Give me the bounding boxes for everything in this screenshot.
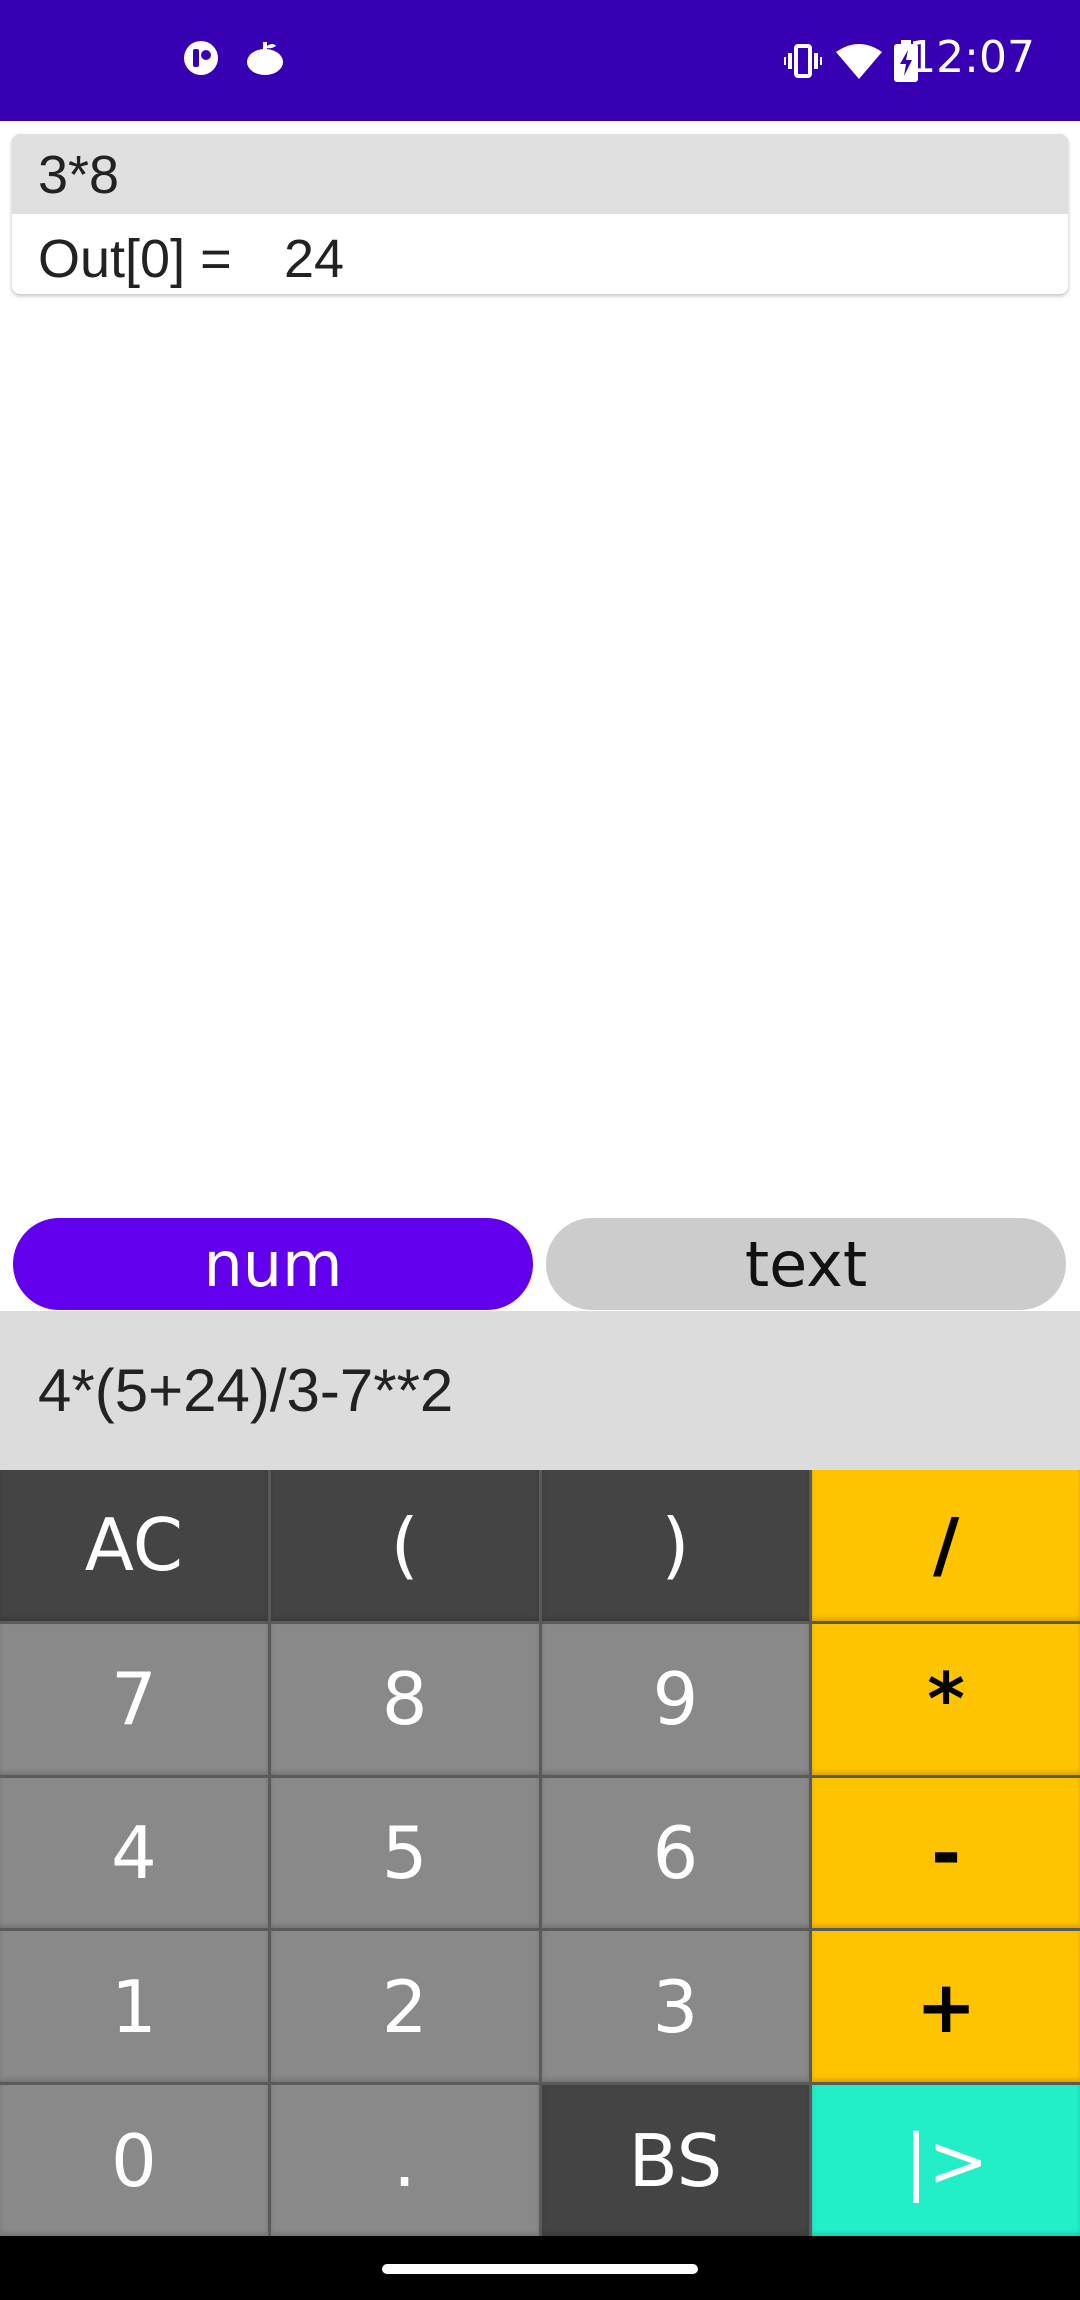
- digit-3-button[interactable]: 3: [541, 1931, 810, 2083]
- divide-button[interactable]: /: [812, 1470, 1080, 1621]
- digit-0-button[interactable]: 0: [0, 2085, 268, 2236]
- history-output-label: Out[0] =: [38, 229, 232, 289]
- vibrate-icon: [784, 44, 822, 78]
- execute-button[interactable]: |>: [812, 2085, 1080, 2236]
- mode-text-button[interactable]: text: [546, 1218, 1066, 1310]
- mode-num-button[interactable]: num: [13, 1218, 533, 1310]
- close-paren-button[interactable]: ): [541, 1470, 810, 1621]
- notification-app-icon: [184, 41, 218, 75]
- expression-text: 4*(5+24)/3-7**2: [38, 1357, 454, 1424]
- digit-8-button[interactable]: 8: [270, 1623, 539, 1775]
- history-input: 3*8: [38, 145, 120, 205]
- history-output-row: Out[0] = 24: [12, 214, 1068, 294]
- clear-all-button[interactable]: AC: [0, 1470, 268, 1621]
- wifi-icon: [836, 44, 882, 79]
- status-time: 12:07: [908, 32, 1035, 83]
- digit-7-button[interactable]: 7: [0, 1623, 268, 1775]
- history-entry[interactable]: 3*8 Out[0] = 24: [12, 134, 1068, 294]
- multiply-button[interactable]: *: [812, 1623, 1080, 1775]
- history-output-value: 24: [284, 229, 345, 289]
- digit-9-button[interactable]: 9: [541, 1623, 810, 1775]
- open-paren-button[interactable]: (: [270, 1470, 539, 1621]
- history-input-row: 3*8: [12, 134, 1068, 214]
- backspace-button[interactable]: BS: [541, 2085, 810, 2236]
- notification-app-icon-2: [247, 42, 283, 75]
- decimal-point-button[interactable]: .: [270, 2085, 539, 2236]
- digit-1-button[interactable]: 1: [0, 1931, 268, 2083]
- keypad: AC ( ) / 7 8 9 * 4 5 6 - 1 2 3 + 0 . BS …: [0, 1470, 1080, 2236]
- home-gesture-handle[interactable]: [382, 2264, 698, 2274]
- minus-button[interactable]: -: [812, 1777, 1080, 1929]
- digit-2-button[interactable]: 2: [270, 1931, 539, 2083]
- status-bar: 12:07: [0, 0, 1080, 121]
- digit-4-button[interactable]: 4: [0, 1777, 268, 1929]
- navigation-bar: [0, 2236, 1080, 2300]
- digit-6-button[interactable]: 6: [541, 1777, 810, 1929]
- plus-button[interactable]: +: [812, 1931, 1080, 2083]
- expression-input[interactable]: 4*(5+24)/3-7**2: [0, 1311, 1080, 1470]
- digit-5-button[interactable]: 5: [270, 1777, 539, 1929]
